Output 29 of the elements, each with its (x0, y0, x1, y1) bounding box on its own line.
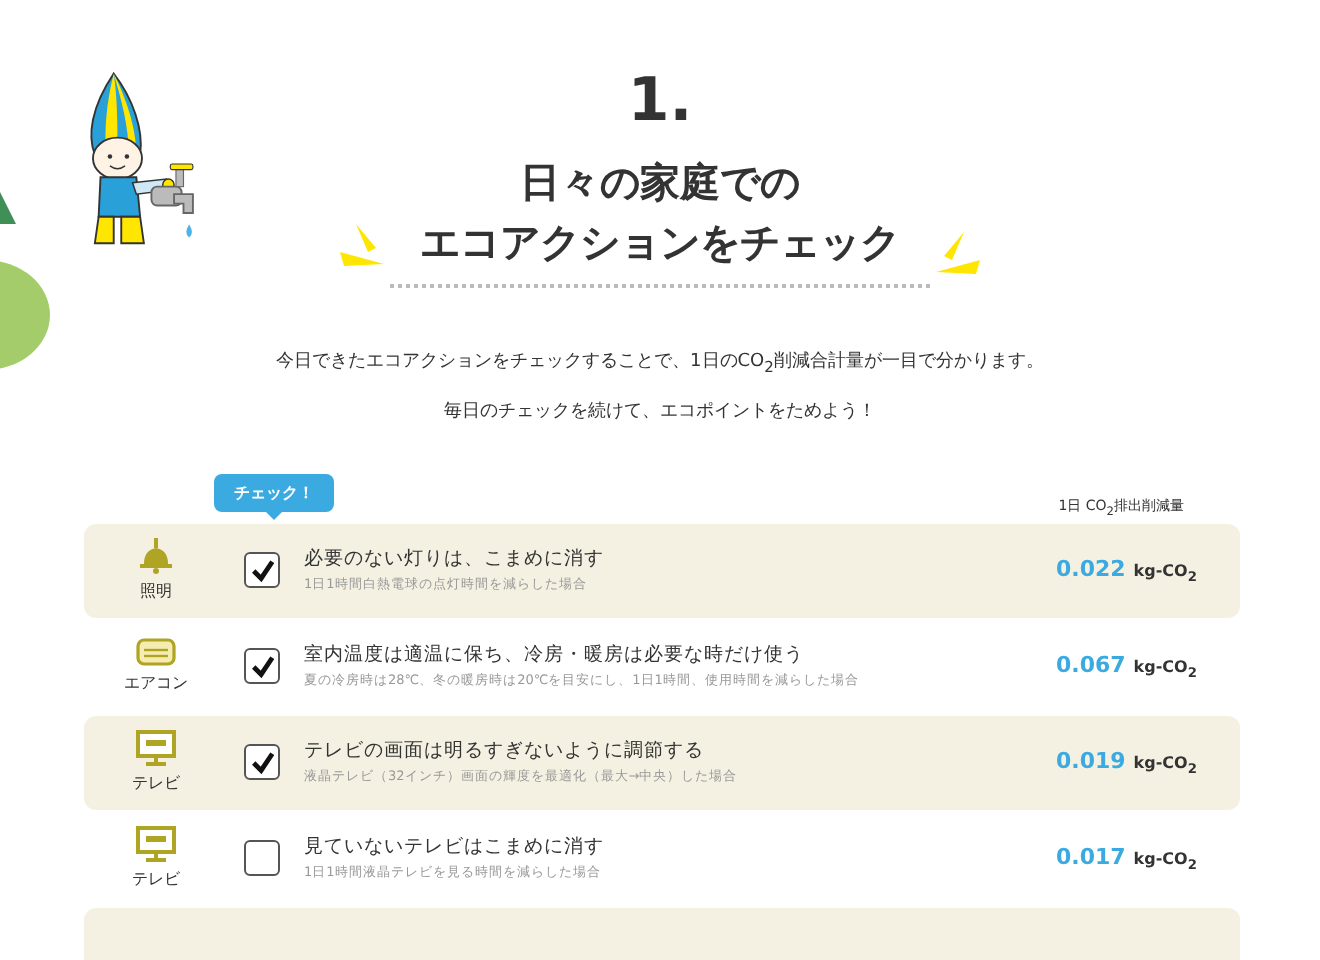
reduction-value: 0.017 (1056, 844, 1126, 870)
reduction-value: 0.067 (1056, 652, 1126, 678)
unit-label: kg-CO$_{2}$ (1133, 562, 1197, 586)
action-title: 室内温度は適温に保ち、冷房・暖房は必要な時だけ使う (304, 642, 806, 671)
unit-label: kg-CO$_{2}$ (1133, 658, 1197, 682)
tv-icon (136, 826, 176, 863)
section-title: 日々の家庭での (520, 156, 800, 210)
action-checkbox[interactable] (244, 552, 280, 589)
intro-text: 今日できたエコアクションをチェックすることで、1日のCO$_{2}$削減合計量が一目で分かります。 (274, 349, 1046, 380)
air-conditioner-icon (136, 638, 176, 667)
action-checkbox[interactable] (244, 840, 280, 877)
section-title: エコアクションをチェック (420, 216, 900, 270)
action-title: 必要のない灯りは、こまめに消す (304, 546, 606, 575)
intro-text: 毎日のチェックを続けて、エコポイントをためよう！ (442, 399, 878, 426)
tv-icon (136, 730, 176, 767)
reduction-value: 0.022 (1056, 556, 1126, 582)
unit-label: kg-CO$_{2}$ (1133, 850, 1197, 874)
action-title: 見ていないテレビはこまめに消す (304, 834, 606, 863)
category-label: テレビ (132, 868, 180, 891)
unit-label: kg-CO$_{2}$ (1133, 754, 1197, 778)
category-label: テレビ (132, 772, 180, 795)
category-label: エアコン (124, 672, 188, 695)
section-number: 1. (625, 64, 695, 140)
category-label: 照明 (140, 580, 172, 603)
lamp-icon (136, 538, 176, 575)
action-checkbox[interactable] (244, 648, 280, 685)
action-title: テレビの画面は明るすぎないように調節する (304, 738, 706, 767)
action-checkbox[interactable] (244, 744, 280, 781)
reduction-value: 0.019 (1056, 748, 1126, 774)
